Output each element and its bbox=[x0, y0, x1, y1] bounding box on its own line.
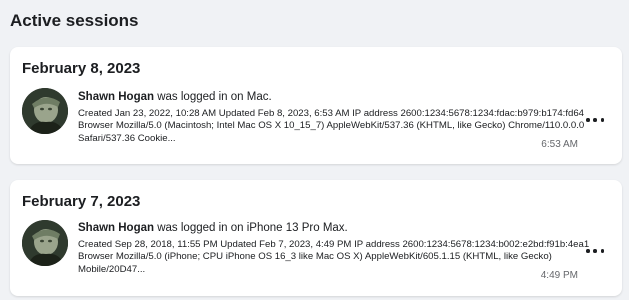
avatar-photo-icon bbox=[22, 88, 68, 134]
avatar-photo-icon bbox=[22, 220, 68, 266]
more-options-button[interactable] bbox=[586, 115, 604, 125]
page-title: Active sessions bbox=[10, 11, 139, 30]
session-action: was logged in on iPhone 13 Pro Max. bbox=[154, 222, 348, 234]
session-card: February 8, 2023 Shawn Hogan was logged … bbox=[10, 47, 622, 164]
session-info: Shawn Hogan was logged in on iPhone 13 P… bbox=[78, 220, 593, 276]
more-dots-icon bbox=[600, 249, 604, 253]
more-dots-icon bbox=[586, 249, 590, 253]
avatar[interactable] bbox=[22, 220, 68, 266]
more-dots-icon bbox=[600, 118, 604, 122]
active-sessions-page: Active sessions February 8, 2023 Shawn H… bbox=[0, 0, 629, 300]
session-time: 4:49 PM bbox=[540, 270, 578, 281]
more-dots-icon bbox=[593, 118, 597, 122]
user-name[interactable]: Shawn Hogan bbox=[78, 91, 154, 103]
session-details: Created Sep 28, 2018, 11:55 PM Updated F… bbox=[78, 239, 590, 275]
session-summary: Shawn Hogan was logged in on Mac. bbox=[78, 89, 593, 105]
more-dots-icon bbox=[586, 118, 590, 122]
avatar[interactable] bbox=[22, 88, 68, 134]
session-action: was logged in on Mac. bbox=[154, 91, 272, 103]
more-options-button[interactable] bbox=[586, 246, 604, 256]
session-summary: Shawn Hogan was logged in on iPhone 13 P… bbox=[78, 220, 593, 236]
session-date: February 7, 2023 bbox=[22, 193, 141, 210]
more-dots-icon bbox=[593, 249, 597, 253]
session-card: February 7, 2023 Shawn Hogan was logged … bbox=[10, 180, 622, 296]
session-info: Shawn Hogan was logged in on Mac. Create… bbox=[78, 89, 593, 145]
session-time: 6:53 AM bbox=[541, 139, 578, 150]
session-date: February 8, 2023 bbox=[22, 60, 141, 77]
user-name[interactable]: Shawn Hogan bbox=[78, 222, 154, 234]
session-details: Created Jan 23, 2022, 10:28 AM Updated F… bbox=[78, 108, 585, 144]
